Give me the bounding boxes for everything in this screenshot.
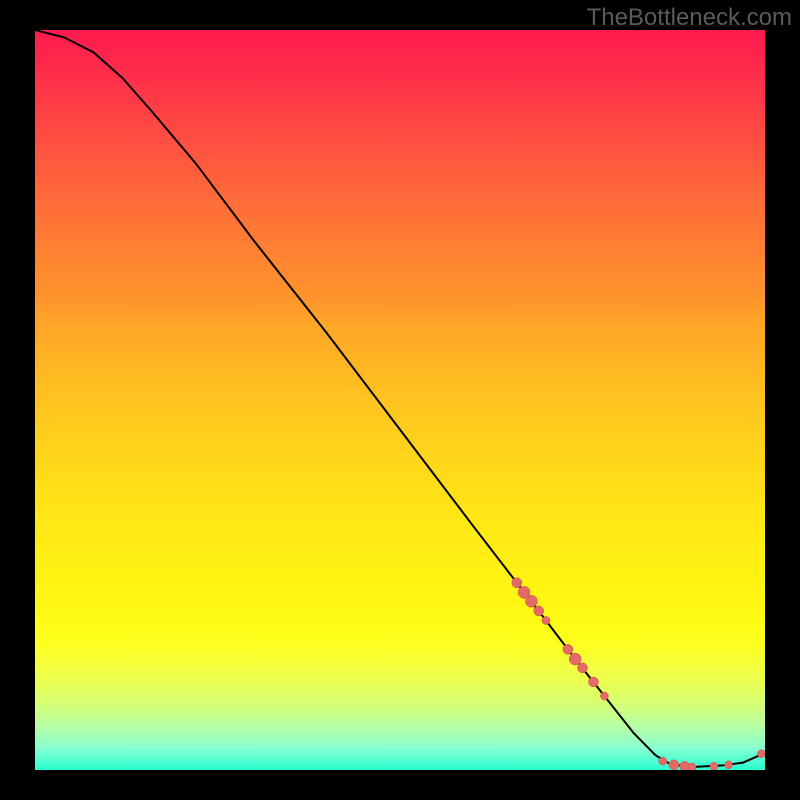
main-curve-line <box>35 30 765 767</box>
data-point-marker <box>659 757 667 765</box>
data-point-marker <box>542 617 550 625</box>
data-point-marker <box>669 760 679 770</box>
data-point-marker <box>725 761 733 769</box>
chart-svg <box>35 30 765 770</box>
data-point-marker <box>563 644 573 654</box>
data-point-marker <box>525 595 537 607</box>
chart-container: TheBottleneck.com <box>0 0 800 800</box>
data-point-marker <box>688 763 696 770</box>
data-point-marker <box>588 677 598 687</box>
data-point-marker <box>512 578 522 588</box>
data-point-marker <box>534 606 544 616</box>
data-point-markers <box>512 578 765 770</box>
plot-area <box>35 30 765 770</box>
data-point-marker <box>757 750 765 758</box>
data-point-marker <box>600 692 608 700</box>
data-point-marker <box>578 663 588 673</box>
data-point-marker <box>710 762 718 770</box>
data-point-marker <box>569 653 581 665</box>
watermark-text: TheBottleneck.com <box>587 4 792 32</box>
